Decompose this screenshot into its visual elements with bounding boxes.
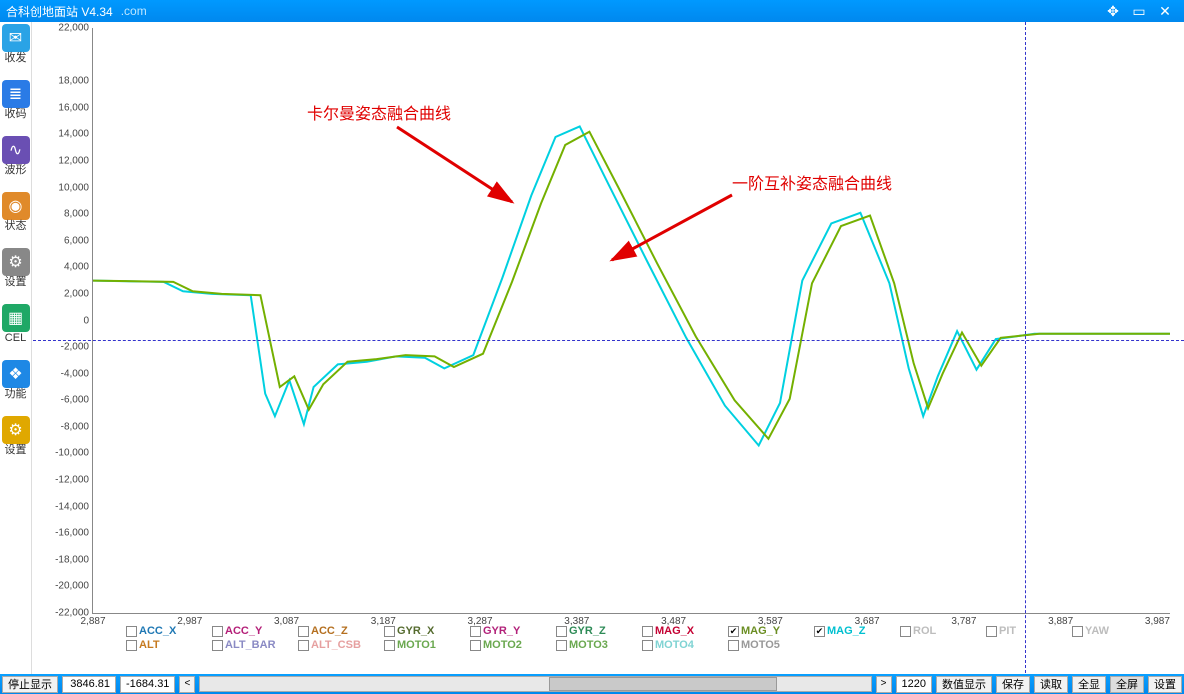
y-tick: 14,000 <box>58 129 93 140</box>
y-tick: 16,000 <box>58 102 93 113</box>
status-value-2: -1684.31 <box>120 676 175 693</box>
scroll-left-button[interactable]: < <box>179 676 195 693</box>
legend-item-ALT[interactable]: ALT <box>126 638 194 652</box>
legend-item-YAW[interactable]: YAW <box>1072 624 1140 638</box>
legend-item-GYR_Z[interactable]: GYR_Z <box>556 624 624 638</box>
legend-item-ACC_Y[interactable]: ACC_Y <box>212 624 280 638</box>
legend-item-PIT[interactable]: PIT <box>986 624 1054 638</box>
legend-item-MOTO5[interactable]: MOTO5 <box>728 638 796 652</box>
y-tick: 18,000 <box>58 76 93 87</box>
scrollbar-thumb[interactable] <box>549 677 777 691</box>
save-button[interactable]: 保存 <box>996 676 1030 693</box>
settings-button[interactable]: 设置 <box>1148 676 1182 693</box>
minimize-icon[interactable]: ▭ <box>1126 3 1152 20</box>
titlebar: 合科创地面站 V4.34 .com ✥ ▭ ✕ <box>0 0 1184 22</box>
sidebar-item-6[interactable]: ❖功能 <box>0 360 31 414</box>
series-MAG_Z <box>93 126 1170 445</box>
y-tick: -10,000 <box>55 448 93 459</box>
close-icon[interactable]: ✕ <box>1152 3 1178 20</box>
legend-item-MOTO4[interactable]: MOTO4 <box>642 638 710 652</box>
arrow-complementary-icon <box>602 190 742 270</box>
sidebar-item-1[interactable]: ≣收码 <box>0 80 31 134</box>
y-tick: 8,000 <box>64 209 93 220</box>
legend-item-ACC_Z[interactable]: ACC_Z <box>298 624 366 638</box>
title-url: .com <box>121 4 147 18</box>
read-button[interactable]: 读取 <box>1034 676 1068 693</box>
y-tick: 4,000 <box>64 262 93 273</box>
sidebar-item-5[interactable]: ▦CEL <box>0 304 31 358</box>
legend-item-ALT_CSB[interactable]: ALT_CSB <box>298 638 366 652</box>
legend-item-MOTO3[interactable]: MOTO3 <box>556 638 624 652</box>
y-tick: 12,000 <box>58 155 93 166</box>
step-input[interactable]: 1220 <box>896 676 932 693</box>
statusbar: 停止显示 3846.81 -1684.31 < > 1220 数值显示 保存 读… <box>0 674 1184 694</box>
legend-item-MOTO1[interactable]: MOTO1 <box>384 638 452 652</box>
legend-item-MAG_Z[interactable]: ✔MAG_Z <box>814 624 882 638</box>
legend-item-ACC_X[interactable]: ACC_X <box>126 624 194 638</box>
y-tick: 0 <box>83 315 93 326</box>
move-icon[interactable]: ✥ <box>1100 3 1126 20</box>
plot[interactable]: -22,000-20,000-18,000-16,000-14,000-12,0… <box>92 28 1170 614</box>
legend-item-MAG_X[interactable]: MAG_X <box>642 624 710 638</box>
legend-item-ROL[interactable]: ROL <box>900 624 968 638</box>
legend-item-ALT_BAR[interactable]: ALT_BAR <box>212 638 280 652</box>
y-tick: -14,000 <box>55 501 93 512</box>
stop-display-button[interactable]: 停止显示 <box>2 676 58 693</box>
legend-item-GYR_Y[interactable]: GYR_Y <box>470 624 538 638</box>
y-tick: 6,000 <box>64 235 93 246</box>
arrow-kalman-icon <box>392 122 522 212</box>
cursor-line[interactable] <box>1025 22 1026 673</box>
sidebar-item-0[interactable]: ✉收发 <box>0 24 31 78</box>
y-tick: -6,000 <box>61 395 93 406</box>
annotation-complementary: 一阶互补姿态融合曲线 <box>732 170 892 194</box>
app-title: 合科创地面站 V4.34 <box>6 3 113 20</box>
legend-item-GYR_X[interactable]: GYR_X <box>384 624 452 638</box>
zero-line <box>33 340 1184 341</box>
y-tick: 10,000 <box>58 182 93 193</box>
sidebar: ✉收发≣收码∿波形◉状态⚙设置▦CEL❖功能⚙设置 <box>0 22 32 674</box>
sidebar-item-3[interactable]: ◉状态 <box>0 192 31 246</box>
fullscreen-button[interactable]: 全屏 <box>1110 676 1144 693</box>
y-tick: -16,000 <box>55 528 93 539</box>
scrollbar[interactable] <box>199 676 871 692</box>
sidebar-item-7[interactable]: ⚙设置 <box>0 416 31 470</box>
sidebar-item-2[interactable]: ∿波形 <box>0 136 31 190</box>
show-all-button[interactable]: 全显 <box>1072 676 1106 693</box>
y-tick: -2,000 <box>61 342 93 353</box>
y-tick: -8,000 <box>61 421 93 432</box>
y-tick: 22,000 <box>58 23 93 34</box>
y-tick: -4,000 <box>61 368 93 379</box>
series-MAG_Y <box>93 132 1170 439</box>
chart-area: -22,000-20,000-18,000-16,000-14,000-12,0… <box>32 22 1184 674</box>
y-tick: -12,000 <box>55 475 93 486</box>
sidebar-item-4[interactable]: ⚙设置 <box>0 248 31 302</box>
status-value-1: 3846.81 <box>62 676 116 693</box>
y-tick: -18,000 <box>55 554 93 565</box>
y-tick: 2,000 <box>64 288 93 299</box>
y-tick: -20,000 <box>55 581 93 592</box>
scroll-right-button[interactable]: > <box>876 676 892 693</box>
annotation-kalman: 卡尔曼姿态融合曲线 <box>307 100 451 124</box>
legend-item-MAG_Y[interactable]: ✔MAG_Y <box>728 624 796 638</box>
legend-item-MOTO2[interactable]: MOTO2 <box>470 638 538 652</box>
legend: ACC_X ACC_Y ACC_Z GYR_X GYR_Y GYR_Z MAG_X ✔MAG_… <box>126 624 1170 652</box>
x-tick: 2,887 <box>80 613 105 627</box>
numeric-display-button[interactable]: 数值显示 <box>936 676 992 693</box>
